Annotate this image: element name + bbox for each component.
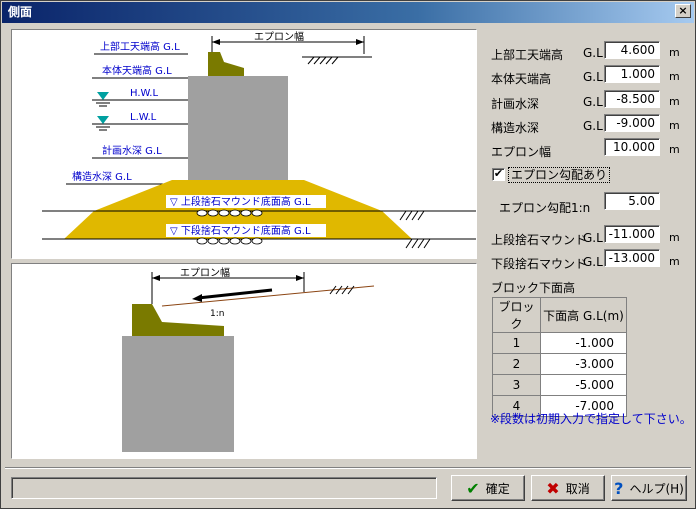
plan-depth-unit: m	[669, 95, 680, 108]
cross-icon: ✖	[546, 478, 560, 498]
plan-depth-field-label: 計画水深	[491, 97, 540, 111]
help-button[interactable]: ? ヘルプ(H)	[611, 475, 687, 501]
table-cell-value[interactable]: -5.000	[540, 374, 627, 396]
table-row[interactable]: 2 -3.000	[492, 353, 627, 375]
plan-depth-input[interactable]: -8.500	[604, 90, 660, 108]
top-work-label: 上部工天端高 G.L	[100, 40, 180, 53]
stage-count-note: ※段数は初期入力で指定して下さい。	[490, 412, 692, 426]
body-top-field-label: 本体天端高	[491, 72, 552, 86]
apron-width-label-2: エプロン幅	[180, 266, 230, 279]
struct-depth-input[interactable]: -9.000	[604, 114, 660, 132]
body-top-input[interactable]: 1.000	[604, 65, 660, 83]
table-header-bottom-height: 下面高 G.L(m)	[540, 297, 627, 333]
title-bar: 側面	[2, 2, 694, 23]
slope-arrow-icon	[192, 294, 202, 302]
table-header-row: ブロック 下面高 G.L(m)	[492, 297, 627, 333]
help-icon: ?	[614, 478, 624, 498]
apron-slope-input[interactable]: 5.00	[604, 192, 660, 210]
dialog-window: 側面 × エプロン幅 上部工天端高 G.L 本体天端高 G.L H.W.L L.…	[0, 0, 696, 509]
apron-slope-field-label: エプロン勾配1:n	[499, 201, 591, 215]
struct-depth-unit: m	[669, 119, 680, 132]
plan-depth-prefix: G.L	[583, 95, 603, 109]
status-bar	[11, 477, 437, 499]
table-row-index: 1	[492, 332, 541, 354]
lwl-marker-icon	[97, 116, 109, 124]
slope-ratio-label: 1:n	[210, 309, 224, 319]
upper-mound-field-label: 上段捨石マウンド	[491, 233, 588, 247]
plan-depth-label: 計画水深 G.L	[102, 144, 162, 157]
table-row[interactable]: 1 -1.000	[492, 332, 627, 354]
upper-mound-unit: m	[669, 231, 680, 244]
apron-slope-check-label[interactable]: エプロン勾配あり	[508, 167, 611, 183]
top-work-prefix: G.L	[583, 46, 603, 60]
struct-depth-label: 構造水深 G.L	[72, 170, 132, 183]
ok-button-label: 確定	[485, 481, 510, 496]
cancel-button-label: 取消	[565, 481, 590, 496]
hwl-label: H.W.L	[130, 88, 158, 99]
lower-mound-unit: m	[669, 255, 680, 268]
window-title: 側面	[8, 5, 33, 19]
top-work-input[interactable]: 4.600	[604, 41, 660, 59]
close-button[interactable]: ×	[675, 4, 691, 18]
top-work-unit: m	[669, 46, 680, 59]
lower-mound-field-label: 下段捨石マウンド	[491, 257, 588, 271]
top-work-field-label: 上部工天端高	[491, 48, 564, 62]
lower-mound-label: ▽ 下段捨石マウンド底面高 G.L	[170, 224, 311, 237]
table-cell-value[interactable]: -3.000	[540, 353, 627, 375]
table-cell-value[interactable]: -1.000	[540, 332, 627, 354]
cross-section-svg: エプロン幅 上部工天端高 G.L 本体天端高 G.L H.W.L L.W.L 計…	[42, 30, 476, 249]
upper-mound-prefix: G.L	[583, 231, 603, 245]
table-header-block: ブロック	[492, 297, 541, 333]
table-row-index: 2	[492, 353, 541, 375]
table-row-index: 3	[492, 374, 541, 396]
apron-width-field-label: エプロン幅	[491, 145, 552, 159]
help-button-label: ヘルプ(H)	[629, 481, 684, 496]
apron-slope-diagram: エプロン幅 1:n	[11, 263, 477, 459]
struct-depth-prefix: G.L	[583, 119, 603, 133]
apron-width-input[interactable]: 10.000	[604, 138, 660, 156]
hwl-marker-icon	[97, 92, 109, 100]
divider	[5, 467, 691, 469]
cancel-button[interactable]: ✖ 取消	[531, 475, 605, 501]
cross-section-diagram: エプロン幅 上部工天端高 G.L 本体天端高 G.L H.W.L L.W.L 計…	[11, 29, 477, 259]
table-row[interactable]: 3 -5.000	[492, 374, 627, 396]
ok-button[interactable]: ✔ 確定	[451, 475, 525, 501]
body-top-prefix: G.L	[583, 70, 603, 84]
body-top-unit: m	[669, 70, 680, 83]
struct-depth-field-label: 構造水深	[491, 121, 540, 135]
block-table-title: ブロック下面高	[491, 281, 576, 295]
block-table: ブロック 下面高 G.L(m) 1 -1.000 2 -3.000 3 -5.0…	[492, 297, 627, 417]
apron-slope-svg: エプロン幅 1:n	[122, 266, 375, 452]
lower-mound-prefix: G.L	[583, 255, 603, 269]
lower-mound-input[interactable]: -13.000	[604, 249, 660, 267]
body-top-label: 本体天端高 G.L	[102, 64, 172, 77]
upper-mound-input[interactable]: -11.000	[604, 225, 660, 243]
lwl-label: L.W.L	[130, 112, 157, 123]
check-icon: ✔	[466, 478, 480, 498]
apron-slope-checkbox[interactable]: ✔	[492, 168, 505, 181]
upper-mound-label: ▽ 上段捨石マウンド底面高 G.L	[170, 195, 311, 208]
apron-width-unit: m	[669, 143, 680, 156]
apron-width-label: エプロン幅	[254, 30, 304, 43]
